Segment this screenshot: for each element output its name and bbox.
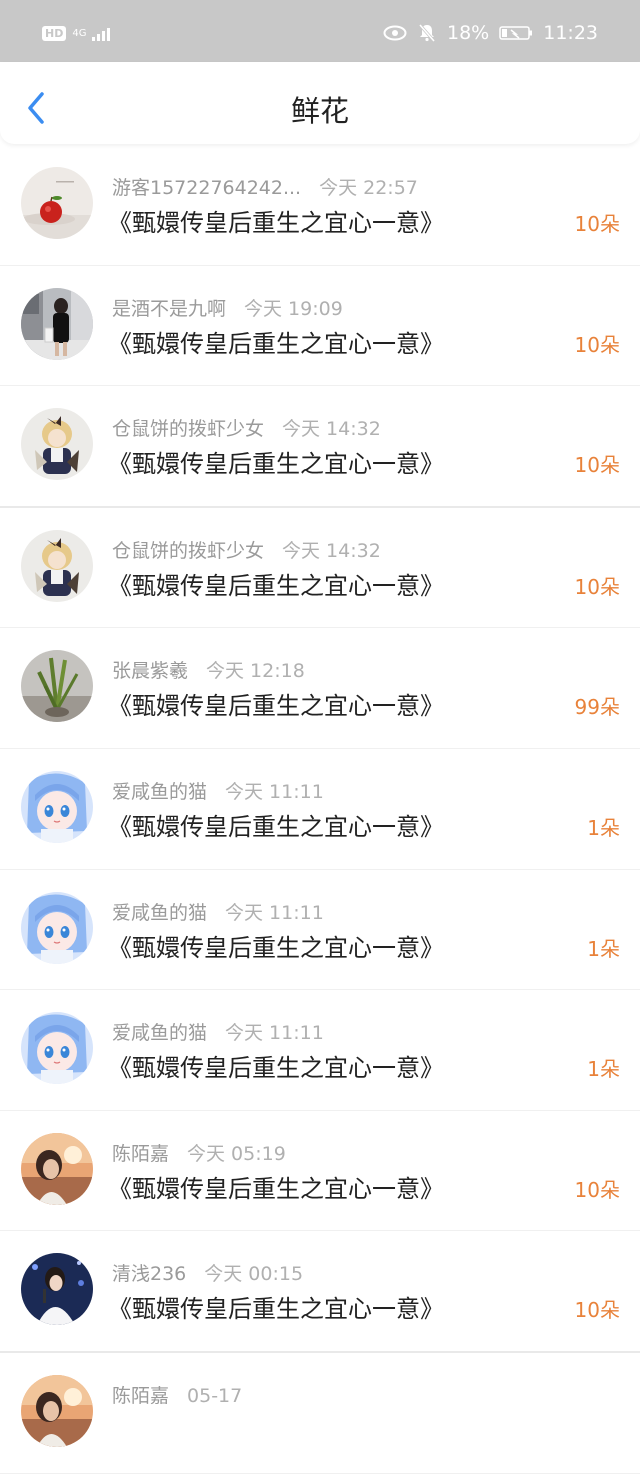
flower-list: 游客15722764242... 今天 22:57 《甄嬛传皇后重生之宜心一意》 10… (0, 145, 640, 1474)
book-title[interactable]: 《甄嬛传皇后重生之宜心一意》 (108, 324, 444, 359)
username[interactable]: 清浅236 (112, 1263, 186, 1285)
battery-percent: 18% (447, 22, 490, 44)
status-left: HD 4G (42, 26, 111, 41)
username[interactable]: 张晨紫羲 (112, 660, 188, 682)
list-item[interactable]: 爱咸鱼的猫 今天 11:11 《甄嬛传皇后重生之宜心一意》 1朵 (0, 870, 640, 991)
status-right: 18% 11:23 (383, 22, 598, 44)
timestamp: 今天 11:11 (225, 901, 324, 924)
username[interactable]: 爱咸鱼的猫 (112, 1022, 207, 1044)
username[interactable]: 仓鼠饼的拨虾少女 (112, 540, 264, 562)
list-item[interactable]: 是酒不是九啊 今天 19:09 《甄嬛传皇后重生之宜心一意》 10朵 (0, 266, 640, 387)
avatar[interactable] (21, 1374, 93, 1447)
entry-meta: 爱咸鱼的猫 今天 11:11 (112, 777, 324, 804)
flower-count: 10朵 (574, 212, 620, 236)
list-item[interactable]: 陈陌嘉 今天 05:19 《甄嬛传皇后重生之宜心一意》 10朵 (0, 1111, 640, 1232)
username[interactable]: 仓鼠饼的拨虾少女 (112, 418, 264, 440)
book-title[interactable]: 《甄嬛传皇后重生之宜心一意》 (108, 566, 444, 601)
timestamp: 今天 05:19 (187, 1142, 286, 1165)
list-item[interactable]: 陈陌嘉 05-17 (0, 1353, 640, 1474)
entry-meta: 爱咸鱼的猫 今天 11:11 (112, 898, 324, 925)
flower-count: 10朵 (574, 1177, 620, 1202)
app-header: 鲜花 (0, 62, 640, 144)
list-item[interactable]: 游客15722764242... 今天 22:57 《甄嬛传皇后重生之宜心一意》 10… (0, 145, 640, 266)
entry-meta: 仓鼠饼的拨虾少女 今天 14:32 (112, 536, 381, 563)
book-title[interactable]: 《甄嬛传皇后重生之宜心一意》 (108, 1048, 444, 1083)
list-item[interactable]: 爱咸鱼的猫 今天 11:11 《甄嬛传皇后重生之宜心一意》 1朵 (0, 749, 640, 870)
clock: 11:23 (543, 22, 598, 44)
page-title: 鲜花 (290, 94, 349, 128)
timestamp: 05-17 (187, 1384, 243, 1407)
entry-meta: 陈陌嘉 今天 05:19 (112, 1139, 286, 1166)
entry-meta: 张晨紫羲 今天 12:18 (112, 656, 305, 683)
flower-count: 10朵 (574, 453, 620, 478)
status-bar: HD 4G 18% 11:23 (0, 0, 640, 62)
username[interactable]: 游客15722764242... (112, 177, 301, 199)
mute-bell-icon (418, 24, 436, 42)
username[interactable]: 陈陌嘉 (112, 1143, 169, 1165)
timestamp: 今天 14:32 (282, 418, 381, 441)
flower-count: 10朵 (574, 332, 620, 357)
hd-badge: HD (42, 26, 67, 41)
timestamp: 今天 14:32 (282, 539, 381, 562)
avatar[interactable] (21, 287, 93, 360)
flower-count: 99朵 (574, 695, 620, 720)
avatar[interactable] (21, 650, 93, 723)
avatar[interactable] (21, 891, 93, 964)
avatar[interactable] (21, 770, 93, 843)
timestamp: 今天 19:09 (244, 297, 343, 320)
timestamp: 今天 00:15 (204, 1263, 304, 1286)
list-item[interactable]: 爱咸鱼的猫 今天 11:11 《甄嬛传皇后重生之宜心一意》 1朵 (0, 990, 640, 1111)
flower-count: 1朵 (587, 936, 620, 961)
entry-meta: 游客15722764242... 今天 22:57 (112, 173, 418, 200)
eye-icon (383, 25, 407, 41)
book-title[interactable]: 《甄嬛传皇后重生之宜心一意》 (108, 203, 444, 238)
entry-meta: 仓鼠饼的拨虾少女 今天 14:32 (112, 414, 381, 441)
entry-meta: 是酒不是九啊 今天 19:09 (112, 294, 343, 321)
timestamp: 今天 11:11 (225, 1022, 324, 1045)
book-title[interactable]: 《甄嬛传皇后重生之宜心一意》 (108, 1169, 444, 1204)
list-item[interactable]: 仓鼠饼的拨虾少女 今天 14:32 《甄嬛传皇后重生之宜心一意》 10朵 (0, 508, 640, 629)
book-title[interactable]: 《甄嬛传皇后重生之宜心一意》 (108, 1289, 444, 1324)
flower-count: 10朵 (574, 574, 620, 599)
list-item[interactable]: 清浅236 今天 00:15 《甄嬛传皇后重生之宜心一意》 10朵 (0, 1231, 640, 1353)
avatar[interactable] (21, 1132, 93, 1205)
entry-meta: 爱咸鱼的猫 今天 11:11 (112, 1018, 324, 1045)
flower-count: 10朵 (574, 1298, 620, 1323)
flower-count: 1朵 (587, 815, 620, 840)
entry-meta: 陈陌嘉 05-17 (112, 1381, 242, 1408)
avatar[interactable] (21, 1253, 93, 1326)
book-title[interactable]: 《甄嬛传皇后重生之宜心一意》 (108, 928, 444, 963)
list-item[interactable]: 张晨紫羲 今天 12:18 《甄嬛传皇后重生之宜心一意》 99朵 (0, 628, 640, 749)
book-title[interactable]: 《甄嬛传皇后重生之宜心一意》 (108, 686, 444, 721)
book-title[interactable]: 《甄嬛传皇后重生之宜心一意》 (108, 807, 444, 842)
timestamp: 今天 22:57 (319, 177, 418, 199)
username[interactable]: 陈陌嘉 (112, 1385, 169, 1407)
flower-count: 1朵 (587, 1057, 620, 1082)
username[interactable]: 爱咸鱼的猫 (112, 781, 207, 803)
battery-icon (499, 26, 533, 40)
avatar[interactable] (21, 1012, 93, 1085)
list-item[interactable]: 仓鼠饼的拨虾少女 今天 14:32 《甄嬛传皇后重生之宜心一意》 10朵 (0, 386, 640, 508)
avatar[interactable] (21, 408, 93, 481)
timestamp: 今天 12:18 (206, 660, 305, 683)
username[interactable]: 爱咸鱼的猫 (112, 902, 207, 924)
avatar[interactable] (21, 167, 93, 239)
timestamp: 今天 11:11 (225, 780, 324, 803)
signal-icon (92, 27, 111, 41)
entry-meta: 清浅236 今天 00:15 (112, 1259, 303, 1286)
network-type: 4G (72, 27, 87, 39)
avatar[interactable] (21, 529, 93, 602)
book-title[interactable]: 《甄嬛传皇后重生之宜心一意》 (108, 444, 444, 479)
username[interactable]: 是酒不是九啊 (112, 298, 226, 320)
